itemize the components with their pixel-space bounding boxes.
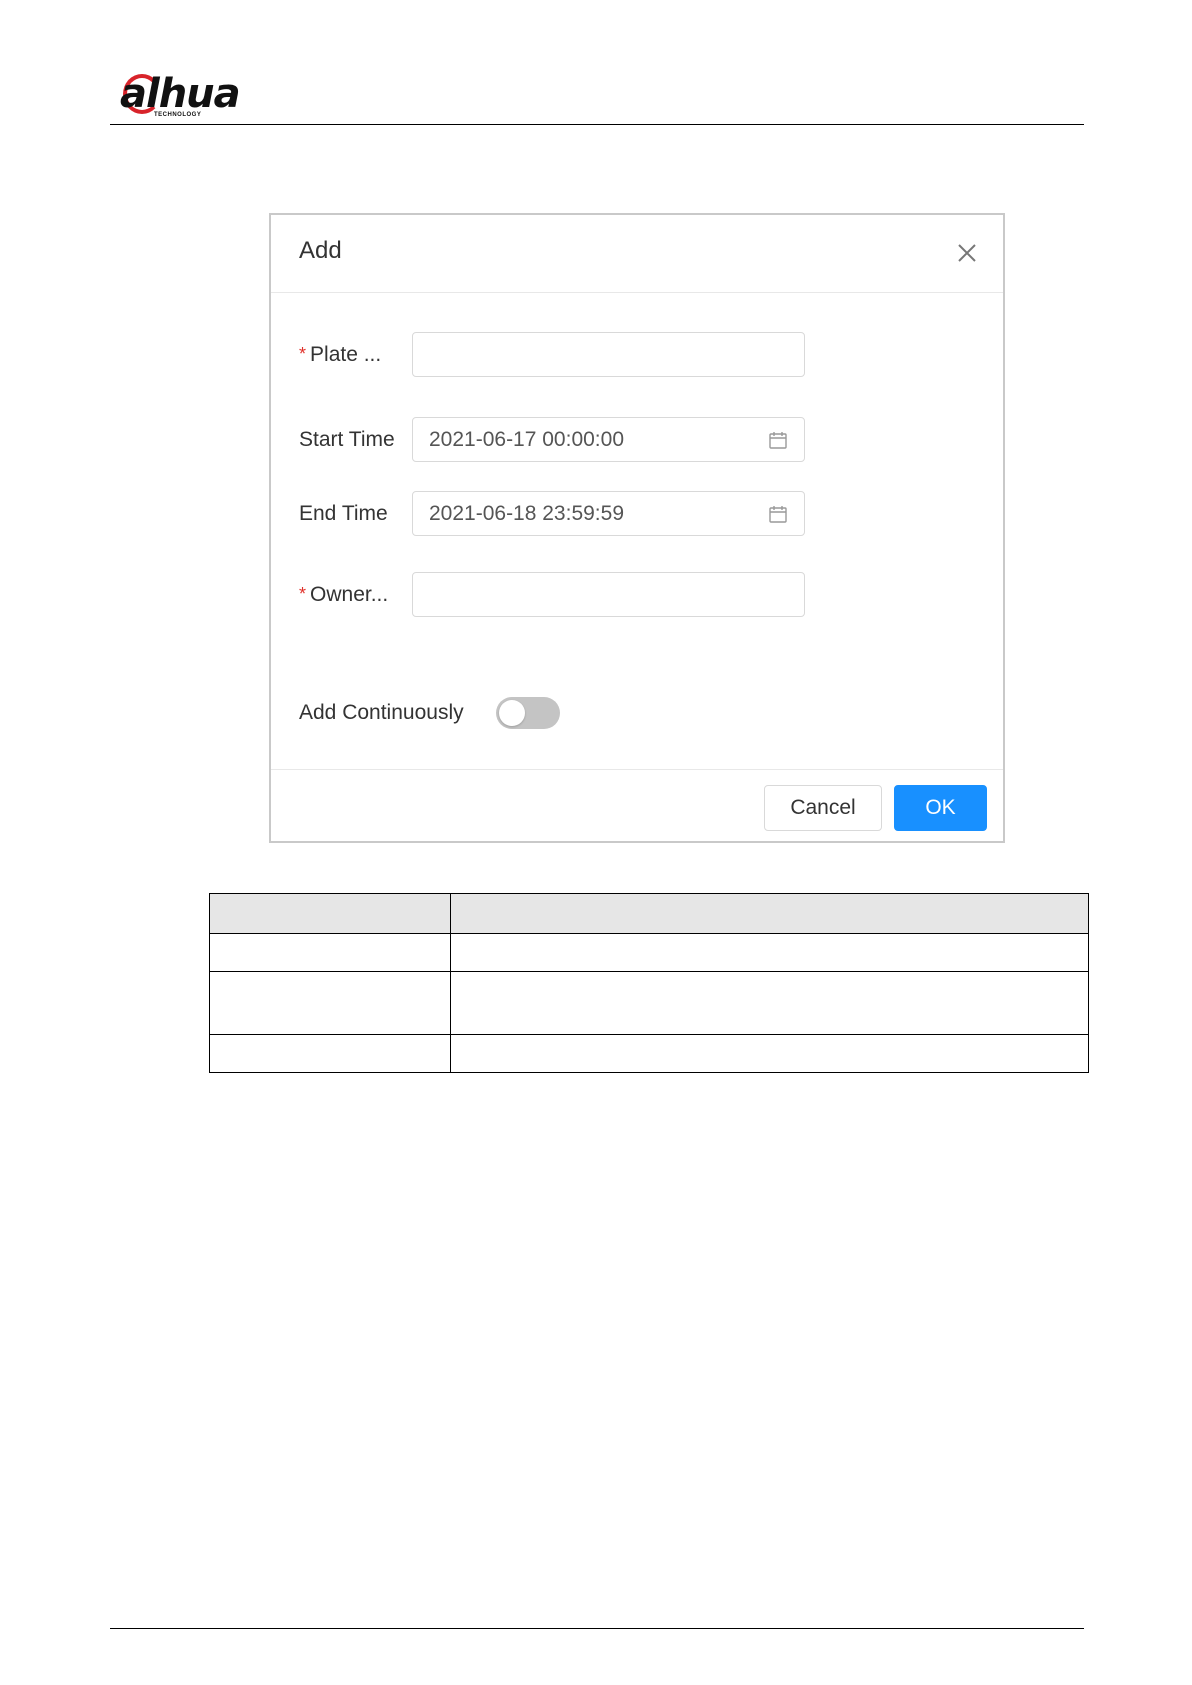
owner-label: * Owner... xyxy=(299,583,389,606)
dialog-footer: Cancel OK xyxy=(271,769,1003,841)
add-continuously-toggle[interactable] xyxy=(496,697,560,729)
start-time-input[interactable]: 2021-06-17 00:00:00 xyxy=(412,417,805,462)
dahua-logo: alhua TECHNOLOGY xyxy=(120,70,260,120)
calendar-icon[interactable] xyxy=(768,504,788,524)
header-rule xyxy=(110,124,1084,125)
start-time-value: 2021-06-17 00:00:00 xyxy=(429,428,624,451)
toggle-knob xyxy=(499,700,525,726)
close-icon[interactable] xyxy=(955,241,979,265)
table-cell xyxy=(209,971,451,1035)
table-cell xyxy=(209,1034,451,1073)
table-header-row xyxy=(209,893,1089,934)
end-time-label: End Time xyxy=(299,502,388,525)
cancel-button[interactable]: Cancel xyxy=(764,785,882,831)
table-row xyxy=(209,1034,1089,1073)
required-mark: * xyxy=(299,584,307,604)
table-cell xyxy=(450,893,1089,934)
dialog-title: Add xyxy=(299,237,342,264)
logo-text: alhua xyxy=(120,71,241,117)
end-time-input[interactable]: 2021-06-18 23:59:59 xyxy=(412,491,805,536)
plate-input[interactable] xyxy=(412,332,805,377)
end-time-value: 2021-06-18 23:59:59 xyxy=(429,502,624,525)
required-mark: * xyxy=(299,344,307,364)
logo-subtext: TECHNOLOGY xyxy=(154,112,202,118)
add-continuously-label: Add Continuously xyxy=(299,701,464,724)
footer-rule xyxy=(110,1628,1084,1629)
owner-input[interactable] xyxy=(412,572,805,617)
plate-label: * Plate ... xyxy=(299,343,382,366)
table-cell xyxy=(450,933,1089,972)
calendar-icon[interactable] xyxy=(768,430,788,450)
table-cell xyxy=(209,933,451,972)
dialog-header: Add xyxy=(271,215,1003,293)
start-time-label: Start Time xyxy=(299,428,395,451)
table-cell xyxy=(450,971,1089,1035)
ok-button[interactable]: OK xyxy=(894,785,987,831)
table-row xyxy=(209,933,1089,972)
table-cell xyxy=(209,893,451,934)
table-row xyxy=(209,971,1089,1035)
table-cell xyxy=(450,1034,1089,1073)
parameter-table xyxy=(209,893,1089,1073)
add-dialog: Add * Plate ... Start Time 2021-06-17 00:… xyxy=(269,213,1005,843)
